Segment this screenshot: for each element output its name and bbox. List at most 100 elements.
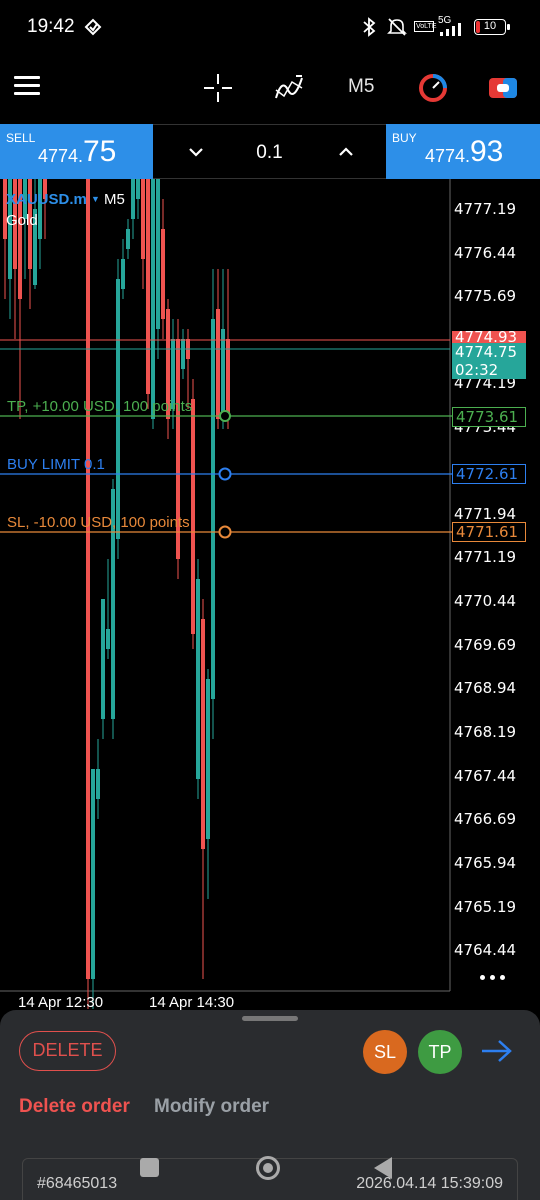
candle-body (221, 329, 225, 419)
buy-limit-price-tag[interactable]: 4772.61 (452, 464, 526, 484)
candle-body (211, 319, 215, 699)
delete-order-button[interactable]: Delete order (19, 1096, 130, 1118)
bar-countdown: 02:32 (455, 361, 499, 379)
candle-body (126, 229, 130, 249)
mute-icon (387, 18, 407, 36)
buy-limit-label[interactable]: BUY LIMIT 0.1 (7, 456, 105, 473)
chevron-up-icon[interactable] (331, 137, 361, 167)
bluetooth-icon (363, 17, 376, 37)
time-label: 14 Apr 14:30 (149, 994, 235, 1011)
menu-icon[interactable] (14, 76, 40, 96)
indicator-icon[interactable] (272, 70, 308, 106)
sell-label: SELL (6, 131, 36, 145)
candle-body (91, 769, 95, 979)
price-tick: 4766.69 (454, 810, 517, 828)
battery-level (476, 21, 480, 33)
price-tick: 4771.19 (454, 548, 517, 566)
price-tick: 4771.94 (454, 505, 517, 523)
buy-button[interactable]: BUY 4774. 93 (386, 124, 540, 179)
candle-body (161, 229, 165, 319)
buy-price-prefix: 4774. (425, 146, 471, 166)
candle-body (181, 339, 185, 369)
back-nav-icon[interactable] (374, 1157, 392, 1179)
symbol-label[interactable]: XAUUSD.m ▼ (6, 191, 100, 208)
bid-price: 4774.75 (455, 343, 518, 361)
price-tick: 4765.94 (454, 854, 517, 872)
chart-timeframe: M5 (104, 191, 125, 208)
candle-body (196, 579, 200, 779)
timeframe-button[interactable]: M5 (348, 76, 374, 98)
app-notification-icon (84, 18, 102, 36)
status-bar: 19:42 VoLTE 5G 10 (0, 0, 540, 56)
price-tick: 4765.19 (454, 898, 517, 916)
volte-icon: VoLTE (414, 21, 437, 32)
candle-body (206, 679, 210, 839)
candle-body (38, 179, 42, 239)
candle-body (101, 599, 105, 719)
candle-body (141, 179, 145, 259)
status-time: 19:42 (27, 16, 75, 37)
chart-toolbar: M5 (0, 56, 540, 122)
candle-body (151, 179, 155, 419)
sl-button[interactable]: SL (363, 1030, 407, 1074)
trade-icon[interactable] (485, 70, 521, 106)
time-label: 14 Apr 12:30 (18, 994, 104, 1011)
bid-price-tag: 4774.75 02:32 (452, 343, 526, 379)
price-tick: 4775.69 (454, 287, 517, 305)
candle-body (191, 399, 195, 634)
battery-icon: 10 (474, 19, 510, 35)
sl-label[interactable]: SL, -10.00 USD, 100 points (7, 514, 190, 531)
price-tick: 4769.69 (454, 636, 517, 654)
tp-label[interactable]: TP, +10.00 USD, 100 points (7, 398, 192, 415)
tp-price-tag[interactable]: 4773.61 (452, 407, 526, 427)
one-click-trade-panel: SELL 4774. 75 0.1 BUY 4774. 93 (0, 124, 540, 179)
order-id: #68465013 (37, 1175, 118, 1192)
price-tick: 4768.19 (454, 723, 517, 741)
signal-icon (440, 23, 461, 36)
symbol-code: XAUUSD.m (6, 191, 87, 208)
buy-price-big: 93 (470, 135, 504, 168)
candle-body (216, 309, 220, 419)
candle-body (96, 769, 100, 799)
candle-body (106, 629, 110, 649)
candle-body (136, 179, 140, 199)
arrow-right-icon[interactable] (478, 1036, 514, 1066)
price-tick: 4764.44 (454, 941, 517, 959)
sl-handle (218, 525, 232, 539)
price-chart[interactable]: XAUUSD.m ▼ M5 Gold 4777.19 4776.44 4775.… (0, 179, 540, 1011)
candle-body (201, 619, 205, 849)
crosshair-icon[interactable] (200, 70, 236, 106)
home-nav-icon[interactable] (256, 1156, 280, 1180)
price-tick: 4777.19 (454, 200, 517, 218)
tp-button[interactable]: TP (418, 1030, 462, 1074)
candle-body (156, 179, 160, 329)
candle-body (226, 339, 230, 419)
buy-limit-handle (218, 467, 232, 481)
order-bottom-sheet: DELETE SL TP Delete order Modify order #… (0, 1010, 540, 1200)
price-tick: 4767.44 (454, 767, 517, 785)
candle-body (146, 179, 150, 394)
price-tick: 4770.44 (454, 592, 517, 610)
color-scheme-icon[interactable] (415, 70, 451, 106)
volume-control: 0.1 (153, 124, 386, 179)
battery-level-text: 10 (483, 20, 497, 32)
price-tick: 4776.44 (454, 244, 517, 262)
sell-price-big: 75 (83, 135, 117, 168)
delete-pill-button[interactable]: DELETE (19, 1031, 116, 1071)
modify-order-button[interactable]: Modify order (154, 1096, 269, 1118)
candle-body (86, 179, 90, 979)
sl-price-tag[interactable]: 4771.61 (452, 522, 526, 542)
sheet-drag-handle[interactable] (242, 1016, 298, 1021)
recents-nav-icon[interactable] (140, 1158, 159, 1177)
sell-button[interactable]: SELL 4774. 75 (0, 124, 153, 179)
more-options-icon[interactable] (480, 967, 512, 980)
candle-body (131, 179, 135, 219)
symbol-description: Gold (6, 212, 38, 229)
tp-handle (219, 410, 231, 422)
price-tick: 4768.94 (454, 679, 517, 697)
candle-body (3, 179, 7, 239)
candle-body (121, 259, 125, 289)
symbol-dropdown-icon: ▼ (91, 194, 100, 204)
candles-group (3, 179, 230, 1009)
sell-price-prefix: 4774. (38, 146, 84, 166)
